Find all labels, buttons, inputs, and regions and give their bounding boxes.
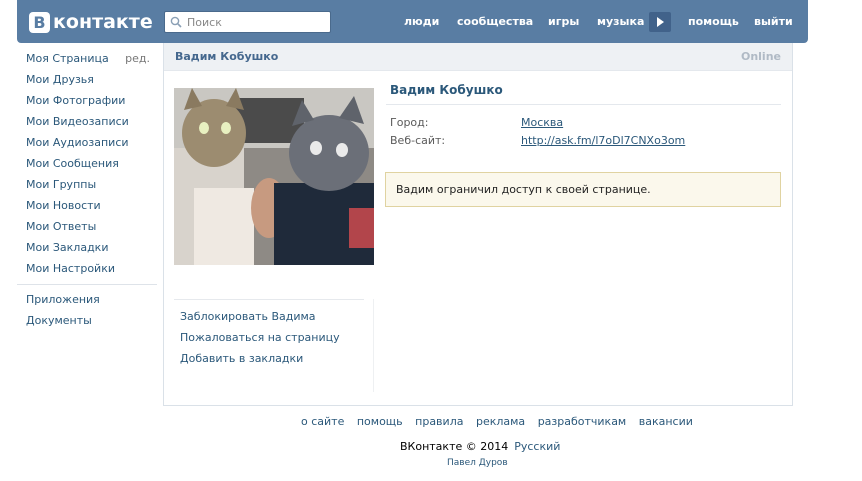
- top-header: В контакте люди сообщества игры музыка п…: [17, 0, 808, 43]
- menu-audio[interactable]: Мои Аудиозаписи: [17, 134, 157, 155]
- music-play-button[interactable]: [649, 12, 671, 32]
- footer-developers-link[interactable]: разработчикам: [538, 415, 627, 428]
- author-link[interactable]: Павел Дуров: [447, 458, 508, 468]
- play-icon: [657, 17, 664, 27]
- add-bookmark-link[interactable]: Добавить в закладки: [180, 351, 340, 372]
- top-nav: люди сообщества игры музыка помощь выйти: [17, 0, 808, 43]
- menu-news[interactable]: Мои Новости: [17, 197, 157, 218]
- menu-friends[interactable]: Мои Друзья: [17, 71, 157, 92]
- page: В контакте люди сообщества игры музыка п…: [0, 0, 862, 481]
- footer-help-link[interactable]: помощь: [357, 415, 403, 428]
- author: Павел Дуров: [447, 458, 508, 468]
- footer-about-link[interactable]: о сайте: [301, 415, 344, 428]
- menu-photos[interactable]: Мои Фотографии: [17, 92, 157, 113]
- menu-divider: [17, 284, 157, 285]
- city-label: Город:: [390, 116, 429, 129]
- header-user-name: Вадим Кобушко: [175, 50, 279, 63]
- restricted-access-notice: Вадим ограничил доступ к своей странице.: [385, 172, 781, 207]
- edit-menu-link[interactable]: ред.: [125, 50, 150, 68]
- menu-label: Моя Страница: [26, 52, 109, 65]
- nav-communities[interactable]: сообщества: [457, 15, 533, 28]
- profile-panel: Вадим Кобушко Online Заблокировать Вадим…: [163, 43, 793, 406]
- report-page-link[interactable]: Пожаловаться на страницу: [180, 330, 340, 351]
- nav-people[interactable]: люди: [404, 15, 439, 28]
- footer-rules-link[interactable]: правила: [415, 415, 463, 428]
- menu-videos[interactable]: Мои Видеозаписи: [17, 113, 157, 134]
- profile-actions: Заблокировать Вадима Пожаловаться на стр…: [180, 309, 340, 372]
- profile-info: Вадим Кобушко Город: Москва Веб-сайт: ht…: [386, 81, 781, 151]
- copyright-text: ВКонтакте © 2014: [400, 440, 509, 453]
- menu-bookmarks[interactable]: Мои Закладки: [17, 239, 157, 260]
- footer-links: о сайте помощь правила реклама разработч…: [301, 415, 702, 428]
- online-status: Online: [740, 50, 781, 63]
- menu-my-page[interactable]: Моя Страница ред.: [17, 50, 157, 71]
- nav-music[interactable]: музыка: [597, 15, 644, 28]
- menu-documents[interactable]: Документы: [17, 312, 157, 333]
- block-user-link[interactable]: Заблокировать Вадима: [180, 309, 340, 330]
- footer-ads-link[interactable]: реклама: [476, 415, 525, 428]
- left-menu: Моя Страница ред. Мои Друзья Мои Фотограф…: [17, 50, 157, 333]
- menu-answers[interactable]: Мои Ответы: [17, 218, 157, 239]
- website-value-link[interactable]: http://ask.fm/l7oDl7CNXo3om: [521, 133, 685, 151]
- menu-settings[interactable]: Мои Настройки: [17, 260, 157, 281]
- profile-header-bar: Вадим Кобушко Online: [164, 43, 792, 71]
- menu-messages[interactable]: Мои Сообщения: [17, 155, 157, 176]
- footer-jobs-link[interactable]: вакансии: [639, 415, 693, 428]
- website-label: Веб-сайт:: [390, 134, 446, 147]
- column-divider: [373, 299, 374, 392]
- city-value-link[interactable]: Москва: [521, 115, 563, 133]
- profile-photo[interactable]: [174, 88, 374, 265]
- profile-name: Вадим Кобушко: [386, 81, 781, 105]
- nav-help[interactable]: помощь: [688, 15, 739, 28]
- profile-details: Город: Москва Веб-сайт: http://ask.fm/l7…: [386, 115, 781, 151]
- info-row-city: Город: Москва: [386, 115, 781, 133]
- nav-games[interactable]: игры: [548, 15, 579, 28]
- info-row-website: Веб-сайт: http://ask.fm/l7oDl7CNXo3om: [386, 133, 781, 151]
- menu-apps[interactable]: Приложения: [17, 291, 157, 312]
- copyright: ВКонтакте © 2014 Русский: [400, 440, 560, 453]
- profile-photo-image: [174, 88, 374, 265]
- nav-logout[interactable]: выйти: [754, 15, 793, 28]
- menu-groups[interactable]: Мои Группы: [17, 176, 157, 197]
- photo-divider: [174, 299, 364, 300]
- language-link[interactable]: Русский: [514, 440, 560, 453]
